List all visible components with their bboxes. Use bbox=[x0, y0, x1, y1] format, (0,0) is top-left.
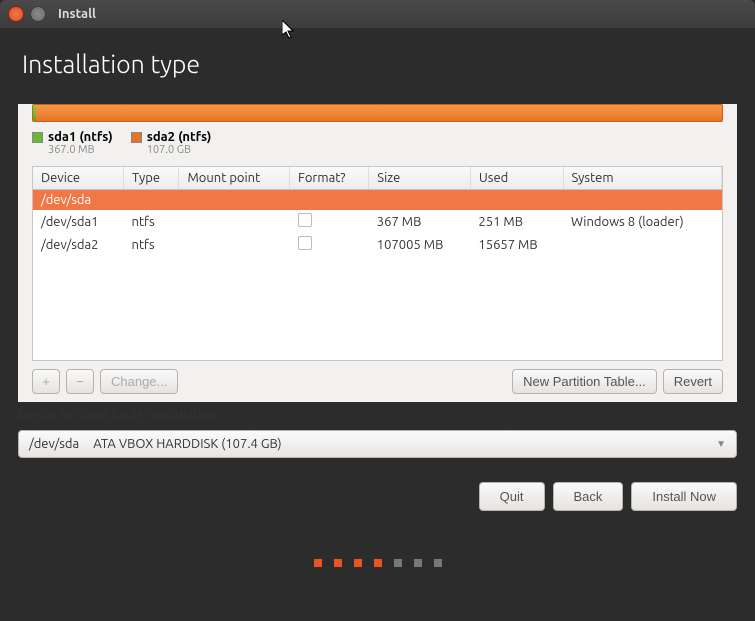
legend-size: 367.0 MB bbox=[48, 144, 113, 156]
progress-dot bbox=[434, 559, 442, 567]
progress-dot bbox=[314, 559, 322, 567]
column-header[interactable]: Size bbox=[369, 167, 471, 190]
add-partition-button[interactable]: + bbox=[32, 369, 60, 394]
progress-dot bbox=[394, 559, 402, 567]
window-title: Install bbox=[58, 7, 96, 21]
format-checkbox[interactable] bbox=[298, 213, 312, 227]
quit-button[interactable]: Quit bbox=[479, 482, 545, 511]
titlebar: Install bbox=[0, 0, 755, 28]
legend-size: 107.0 GB bbox=[147, 144, 212, 156]
content-panel: sda1 (ntfs)367.0 MB sda2 (ntfs)107.0 GB D… bbox=[18, 104, 737, 402]
partition-table[interactable]: DeviceTypeMount pointFormat?SizeUsedSyst… bbox=[32, 166, 723, 361]
progress-dot bbox=[354, 559, 362, 567]
legend-item: sda1 (ntfs)367.0 MB bbox=[32, 130, 113, 156]
footer-buttons: Quit Back Install Now bbox=[0, 472, 755, 525]
revert-button[interactable]: Revert bbox=[663, 369, 723, 394]
bootloader-device-desc: ATA VBOX HARDDISK (107.4 GB) bbox=[93, 437, 281, 451]
change-partition-button[interactable]: Change... bbox=[100, 369, 178, 394]
legend-swatch bbox=[32, 132, 43, 143]
table-row[interactable]: /dev/sda bbox=[33, 190, 722, 211]
column-header[interactable]: Type bbox=[124, 167, 179, 190]
legend-label: sda1 (ntfs) bbox=[48, 130, 113, 144]
legend-label: sda2 (ntfs) bbox=[147, 130, 212, 144]
progress-dots bbox=[0, 525, 755, 587]
page-title: Installation type bbox=[22, 50, 733, 78]
bootloader-label: Device for boot loader installation: bbox=[0, 402, 755, 426]
remove-partition-button[interactable]: − bbox=[66, 369, 94, 394]
column-header[interactable]: Mount point bbox=[179, 167, 290, 190]
install-now-button[interactable]: Install Now bbox=[631, 482, 737, 511]
column-header[interactable]: Used bbox=[470, 167, 563, 190]
disk-usage-bar bbox=[32, 104, 723, 122]
bootloader-device-select[interactable]: /dev/sda ATA VBOX HARDDISK (107.4 GB) ▼ bbox=[18, 430, 737, 458]
progress-dot bbox=[414, 559, 422, 567]
column-header[interactable]: Format? bbox=[290, 167, 369, 190]
chevron-down-icon: ▼ bbox=[716, 438, 726, 450]
bootloader-device-value: /dev/sda bbox=[29, 437, 79, 451]
close-icon[interactable] bbox=[8, 6, 24, 22]
legend-swatch bbox=[131, 132, 142, 143]
progress-dot bbox=[374, 559, 382, 567]
column-header[interactable]: Device bbox=[33, 167, 124, 190]
partition-toolbar: + − Change... New Partition Table... Rev… bbox=[18, 361, 737, 402]
column-header[interactable]: System bbox=[563, 167, 721, 190]
table-row[interactable]: /dev/sda1ntfs367 MB251 MBWindows 8 (load… bbox=[33, 210, 722, 233]
partition-legend: sda1 (ntfs)367.0 MB sda2 (ntfs)107.0 GB bbox=[18, 126, 737, 166]
minimize-icon[interactable] bbox=[30, 6, 46, 22]
format-checkbox[interactable] bbox=[298, 236, 312, 250]
new-partition-table-button[interactable]: New Partition Table... bbox=[512, 369, 657, 394]
table-row[interactable]: /dev/sda2ntfs107005 MB15657 MB bbox=[33, 233, 722, 256]
legend-item: sda2 (ntfs)107.0 GB bbox=[131, 130, 212, 156]
page-header: Installation type bbox=[0, 28, 755, 90]
progress-dot bbox=[334, 559, 342, 567]
back-button[interactable]: Back bbox=[553, 482, 624, 511]
